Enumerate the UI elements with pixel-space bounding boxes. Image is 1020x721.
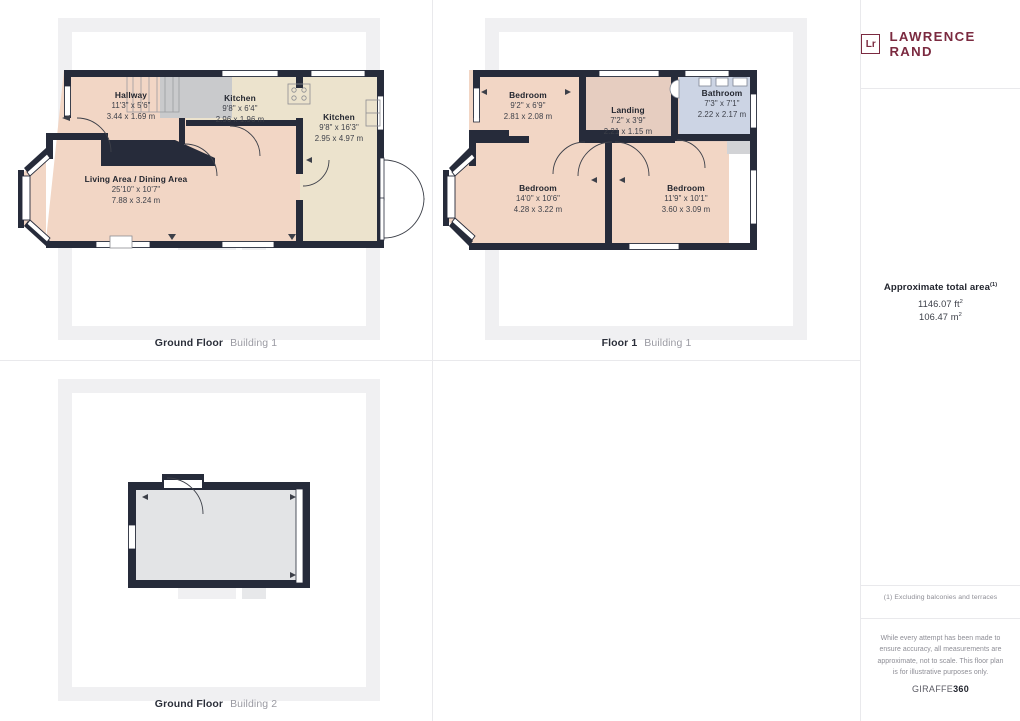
sidebar-separator-disclaimer <box>861 618 1020 619</box>
floor-label: Ground Floor <box>154 337 224 349</box>
sqm-exponent: 2 <box>958 312 962 319</box>
sidebar-separator-footnote <box>861 585 1020 586</box>
provider-brand: GIRAFFE360 <box>861 684 1020 694</box>
plan-canvas-ground-floor-1: Hallway 11'3" x 5'6" 3.44 x 1.69 m Kitch… <box>0 0 432 360</box>
total-area-sqm: 106.47 m2 <box>861 312 1020 322</box>
caption-ground-floor-building-2: Ground Floor Building 2 <box>0 697 432 711</box>
provider-name-prefix: GIRAFFE <box>911 684 954 694</box>
sqft-exponent: 2 <box>959 299 963 306</box>
floorplan-svg-floor-1 <box>443 18 807 340</box>
total-area-sqm-value: 106.47 m <box>919 312 959 323</box>
total-area-footnote-ref: (1) <box>990 282 998 288</box>
lawrence-rand-mark-icon: Lr <box>861 34 881 54</box>
plan-canvas-garage: Garage 17'11" x 10'1" 5.48 x 3.08 m <box>0 361 432 721</box>
building-label: Building 1 <box>230 337 278 349</box>
fixture <box>109 235 133 249</box>
door-leaves <box>379 157 385 241</box>
total-area-sqft-value: 1146.07 ft <box>918 299 960 310</box>
total-area-block: Approximate total area(1) 1146.07 ft2 10… <box>861 282 1020 322</box>
room-fill-kitchen-right <box>300 70 384 248</box>
brand-name: LAWRENCE RAND <box>889 29 976 59</box>
floorplan-svg-ground-floor-1 <box>18 18 425 340</box>
stairs-block <box>160 72 232 118</box>
provider-name-suffix: 360 <box>953 684 970 694</box>
panel-ground-floor-building-1: Hallway 11'3" x 5'6" 3.44 x 1.69 m Kitch… <box>0 0 432 360</box>
caption-floor-1-building-1: Floor 1 Building 1 <box>433 336 860 350</box>
total-area-title: Approximate total area(1) <box>861 282 1020 293</box>
sidebar: Lr LAWRENCE RAND Approximate total area(… <box>861 0 1020 721</box>
sidebar-separator-top <box>861 88 1020 89</box>
building-label: Building 1 <box>644 337 692 349</box>
floor-label: Ground Floor <box>154 698 224 710</box>
caption-ground-floor-building-1: Ground Floor Building 1 <box>0 336 432 350</box>
panel-floor-1-building-1: Bedroom 9'2" x 6'9" 2.81 x 2.08 m Landin… <box>433 0 860 360</box>
total-area-sqft: 1146.07 ft2 <box>861 299 1020 309</box>
panel-empty <box>433 361 860 721</box>
floorplan-page: Hallway 11'3" x 5'6" 3.44 x 1.69 m Kitch… <box>0 0 1020 721</box>
disclaimer-text: While every attempt has been made to ens… <box>877 635 1004 677</box>
panel-ground-floor-building-2: Garage 17'11" x 10'1" 5.48 x 3.08 m Grou… <box>0 361 432 721</box>
floor-label: Floor 1 <box>601 337 638 349</box>
total-area-title-text: Approximate total area <box>883 282 991 294</box>
plan-canvas-floor-1: Bedroom 9'2" x 6'9" 2.81 x 2.08 m Landin… <box>433 0 860 360</box>
footnote-text: (1) Excluding balconies and terraces <box>883 594 998 601</box>
room-fill-garage <box>134 488 304 588</box>
floorplan-svg-garage <box>58 379 380 701</box>
brand-logo[interactable]: Lr LAWRENCE RAND <box>861 0 1020 88</box>
building-label: Building 2 <box>230 698 278 710</box>
